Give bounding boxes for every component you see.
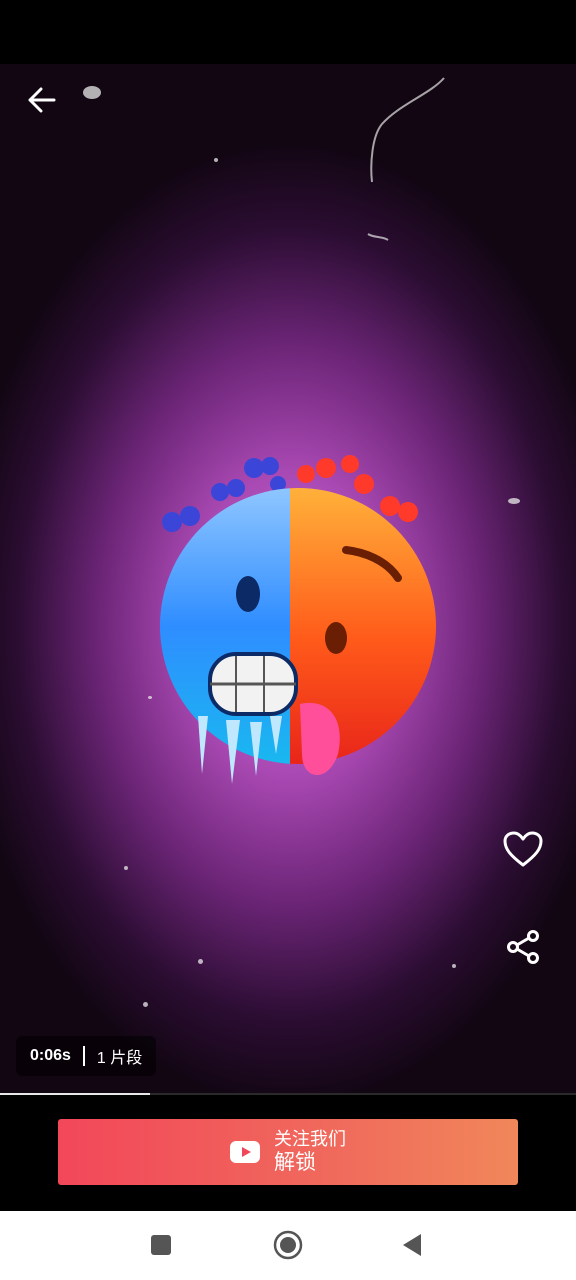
background-speck <box>124 866 128 870</box>
heart-outline-icon <box>503 831 543 867</box>
like-button[interactable] <box>498 826 548 872</box>
video-duration: 0:06s <box>30 1047 71 1064</box>
share-button[interactable] <box>500 924 546 970</box>
background-speck <box>143 1002 148 1007</box>
video-player[interactable]: 0:06s 1 片段 <box>0 64 576 1094</box>
back-nav-button[interactable] <box>392 1225 432 1265</box>
background-speck <box>214 158 218 162</box>
follow-us-label: 关注我们 <box>274 1128 346 1149</box>
background-speck <box>508 498 520 504</box>
hot-cold-emoji-image <box>160 455 436 784</box>
bottom-panel: 关注我们 解锁 <box>0 1095 576 1211</box>
duration-badge: 0:06s 1 片段 <box>16 1036 157 1076</box>
background-scratch <box>367 77 445 241</box>
system-navigation-bar <box>0 1211 576 1280</box>
background-speck <box>83 86 101 99</box>
follow-unlock-button[interactable]: 关注我们 解锁 <box>58 1119 518 1185</box>
unlock-label: 解锁 <box>274 1151 316 1175</box>
square-icon <box>151 1235 171 1255</box>
share-icon <box>507 930 539 964</box>
divider <box>82 1046 85 1066</box>
circle-icon <box>273 1230 303 1260</box>
status-bar <box>0 0 576 64</box>
arrow-left-icon <box>28 87 56 113</box>
background-speck <box>452 964 456 968</box>
recents-button[interactable] <box>141 1225 181 1265</box>
back-button[interactable] <box>20 78 64 122</box>
youtube-play-icon <box>230 1141 260 1163</box>
home-button[interactable] <box>268 1225 308 1265</box>
triangle-back-icon <box>403 1234 421 1256</box>
segment-count: 1 片段 <box>96 1050 143 1067</box>
background-speck <box>198 959 203 964</box>
